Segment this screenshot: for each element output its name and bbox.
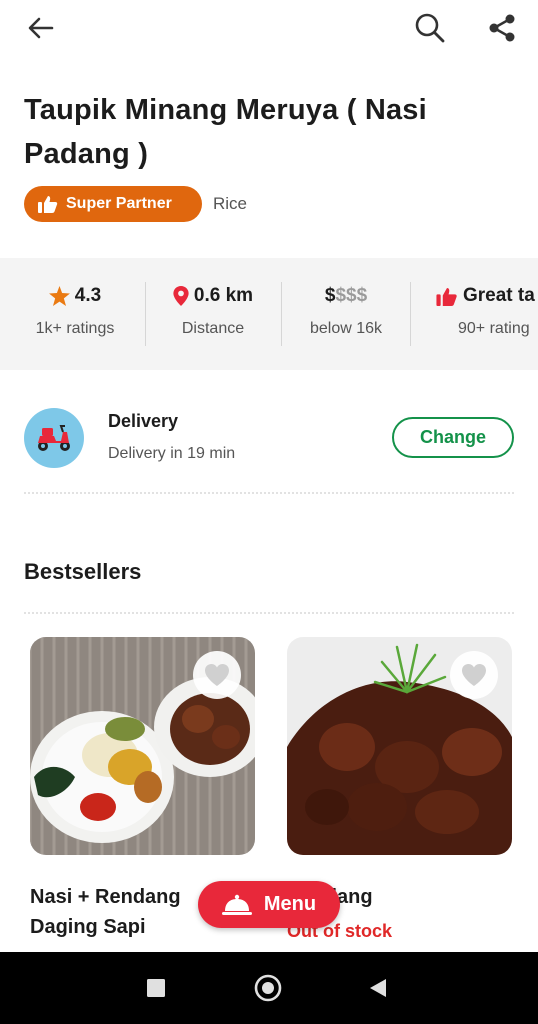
section-divider xyxy=(24,612,514,614)
price-level-active: $ xyxy=(324,285,336,306)
share-button[interactable] xyxy=(482,8,522,48)
cloche-icon xyxy=(221,893,252,917)
delivery-mode-title: Delivery xyxy=(108,411,179,431)
home-button[interactable] xyxy=(250,970,286,1006)
heart-icon xyxy=(462,664,486,686)
share-icon xyxy=(489,14,515,42)
search-button[interactable] xyxy=(410,8,450,48)
change-delivery-button[interactable]: Change xyxy=(392,417,514,458)
stat-distance: 0.6 km Distance xyxy=(143,258,283,370)
recent-apps-button[interactable] xyxy=(138,970,174,1006)
stats-strip[interactable]: 4.3 1k+ ratings 0.6 km Distance $ $$$ bel… xyxy=(0,258,538,370)
top-bar xyxy=(0,0,538,56)
menu-label: Menu xyxy=(263,893,317,915)
location-pin-icon xyxy=(173,286,189,306)
restaurant-title: Taupik Minang Meruya ( Nasi Padang ) xyxy=(24,94,427,170)
home-circle-icon xyxy=(254,974,282,1002)
distance-label: Distance xyxy=(181,320,245,337)
heart-icon xyxy=(205,664,229,686)
delivery-time: Delivery in 19 min xyxy=(108,445,236,462)
favorite-button[interactable] xyxy=(193,651,241,699)
back-nav-button[interactable] xyxy=(360,970,396,1006)
favorite-button[interactable] xyxy=(450,651,498,699)
arrow-left-icon xyxy=(28,17,54,39)
rating-value: 4.3 xyxy=(74,285,102,306)
thumbs-up-icon xyxy=(38,195,58,213)
taste-rating-label: 90+ rating xyxy=(458,320,530,337)
taste-value: Great ta xyxy=(463,285,535,306)
system-nav-bar xyxy=(0,952,538,1024)
bestsellers-heading: Bestsellers xyxy=(24,559,142,584)
cuisine-label: Rice xyxy=(213,194,248,213)
rendang-beef-photo[interactable] xyxy=(287,637,512,855)
stat-taste: Great ta 90+ rating xyxy=(430,258,538,370)
square-icon xyxy=(147,979,165,997)
distance-value: 0.6 km xyxy=(193,285,254,306)
rating-count: 1k+ ratings xyxy=(35,320,115,337)
star-icon xyxy=(48,286,70,306)
price-level-muted: $$$ xyxy=(335,285,368,306)
scooter-icon xyxy=(24,408,84,468)
super-partner-label: Super Partner xyxy=(66,195,172,212)
stat-rating: 4.3 1k+ ratings xyxy=(5,258,145,370)
section-divider xyxy=(24,492,514,494)
price-label: below 16k xyxy=(309,320,383,337)
menu-button[interactable]: Menu xyxy=(198,881,340,928)
search-icon xyxy=(415,13,445,43)
back-button[interactable] xyxy=(21,8,61,48)
stat-divider xyxy=(410,282,411,346)
stat-price: $ $$$ below 16k xyxy=(276,258,416,370)
nasi-padang-plate-photo[interactable] xyxy=(30,637,255,855)
super-partner-badge: Super Partner xyxy=(24,186,202,222)
triangle-back-icon xyxy=(370,979,386,997)
thumbs-up-icon xyxy=(436,287,457,306)
